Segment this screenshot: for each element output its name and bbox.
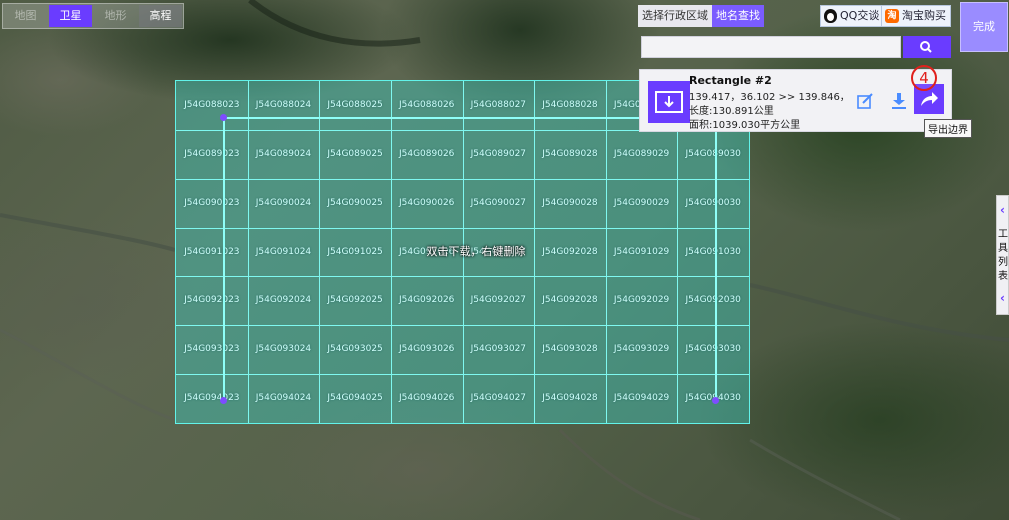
qq-chat-label: QQ交谈 <box>840 9 880 22</box>
grid-tile[interactable]: J54G088024 <box>248 81 320 130</box>
grid-tile[interactable]: J54G093027 <box>463 325 535 374</box>
search-icon <box>920 41 932 53</box>
grid-tile[interactable]: J54G093024 <box>248 325 320 374</box>
grid-tile[interactable]: J54G094029 <box>606 374 678 423</box>
tab-map[interactable]: 地图 <box>4 5 47 27</box>
qq-chat-button[interactable]: QQ交谈 <box>820 5 885 27</box>
taobao-buy-button[interactable]: 淘 淘宝购买 <box>881 5 951 27</box>
grid-tile[interactable]: J54G089027 <box>463 130 535 179</box>
grid-tile[interactable]: J54G091030 <box>677 228 749 277</box>
place-search-input[interactable] <box>641 36 901 58</box>
chevron-left-icon[interactable]: ‹ <box>997 204 1008 216</box>
grid-tile[interactable]: J54G090026 <box>391 179 463 228</box>
export-boundary-tooltip: 导出边界 <box>924 119 972 138</box>
download-icon[interactable] <box>890 92 908 110</box>
grid-tile[interactable]: J54G093029 <box>606 325 678 374</box>
grid-tile[interactable]: J54G092028 <box>534 228 606 277</box>
grid-tile[interactable]: J54G092023 <box>176 276 248 325</box>
grid-tile[interactable]: J54G090025 <box>319 179 391 228</box>
download-arrow-icon <box>664 96 674 108</box>
selection-rect-right <box>715 117 717 401</box>
search-button[interactable] <box>903 36 951 58</box>
grid-tile[interactable]: J54G094028 <box>534 374 606 423</box>
rectangle-thumbnail[interactable] <box>648 81 690 123</box>
grid-tile[interactable]: J54G091029 <box>606 228 678 277</box>
rect-handle-sw[interactable] <box>220 397 227 404</box>
done-button[interactable]: 完成 <box>960 2 1008 52</box>
grid-tile[interactable]: J54G094027 <box>463 374 535 423</box>
chevron-left-icon-2[interactable]: ‹ <box>997 292 1008 304</box>
grid-tile[interactable]: J54G088026 <box>391 81 463 130</box>
grid-tile[interactable]: J54G094024 <box>248 374 320 423</box>
grid-tile[interactable]: J54G090023 <box>176 179 248 228</box>
grid-tile[interactable]: J54G089024 <box>248 130 320 179</box>
grid-tile[interactable]: J54G093026 <box>391 325 463 374</box>
tab-select-region[interactable]: 选择行政区域 <box>638 5 712 27</box>
tab-place-search[interactable]: 地名查找 <box>712 5 764 27</box>
grid-tile[interactable]: J54G091025 <box>319 228 391 277</box>
grid-tile[interactable]: J54G092025 <box>319 276 391 325</box>
step-marker: 4 <box>911 65 937 91</box>
grid-tile[interactable]: J54G090027 <box>463 179 535 228</box>
grid-tile[interactable]: J54G089025 <box>319 130 391 179</box>
tab-elevation[interactable]: 高程 <box>139 5 182 27</box>
grid-hint: 双击下载，右键删除 <box>426 245 526 258</box>
grid-tile[interactable]: J54G090029 <box>606 179 678 228</box>
grid-tile[interactable]: J54G094026 <box>391 374 463 423</box>
grid-tile[interactable]: J54G092026 <box>391 276 463 325</box>
grid-tile[interactable]: J54G091024 <box>248 228 320 277</box>
grid-tile[interactable]: J54G089026 <box>391 130 463 179</box>
share-arrow-icon <box>921 92 938 106</box>
grid-tile[interactable]: J54G089029 <box>606 130 678 179</box>
grid-tile[interactable]: J54G090028 <box>534 179 606 228</box>
grid-tile[interactable]: J54G089030 <box>677 130 749 179</box>
grid-tile[interactable]: J54G093025 <box>319 325 391 374</box>
rectangle-info-card: Rectangle #2 139.417，36.102 >> 139.846，3… <box>639 69 952 132</box>
grid-tile[interactable]: J54G092028 <box>534 276 606 325</box>
grid-tile[interactable]: J54G093023 <box>176 325 248 374</box>
tab-terrain[interactable]: 地形 <box>94 5 137 27</box>
grid-tile[interactable]: J54G093030 <box>677 325 749 374</box>
grid-tile[interactable]: J54G094025 <box>319 374 391 423</box>
grid-tile[interactable]: J54G088025 <box>319 81 391 130</box>
grid-tile[interactable]: J54G092029 <box>606 276 678 325</box>
card-coordinates: 139.417，36.102 >> 139.846，36.3 <box>689 92 849 103</box>
toolbox-panel[interactable]: ‹ 工具列表 ‹ <box>996 195 1009 315</box>
taobao-icon: 淘 <box>885 9 899 23</box>
card-area: 面积:1039.030平方公里 <box>689 120 801 131</box>
grid-tile[interactable]: J54G092030 <box>677 276 749 325</box>
taobao-buy-label: 淘宝购买 <box>902 9 946 22</box>
toolbox-label: 工具列表 <box>998 229 1008 282</box>
grid-tile[interactable]: J54G088023 <box>176 81 248 130</box>
grid-tile[interactable]: J54G094023 <box>176 374 248 423</box>
map-type-tabs: 地图 卫星 地形 高程 <box>2 3 184 29</box>
card-length: 长度:130.891公里 <box>689 106 774 117</box>
grid-tile[interactable]: J54G090030 <box>677 179 749 228</box>
rect-handle-se[interactable] <box>712 397 719 404</box>
rect-handle-nw[interactable] <box>220 114 227 121</box>
grid-tile[interactable]: J54G093028 <box>534 325 606 374</box>
grid-tile[interactable]: J54G091023 <box>176 228 248 277</box>
grid-tile[interactable]: J54G090024 <box>248 179 320 228</box>
card-title: Rectangle #2 <box>689 74 772 87</box>
grid-tile[interactable]: J54G089028 <box>534 130 606 179</box>
selection-rect-left <box>223 117 225 401</box>
qq-icon <box>824 9 837 23</box>
grid-tile[interactable]: J54G092027 <box>463 276 535 325</box>
tab-satellite[interactable]: 卫星 <box>49 5 92 27</box>
search-tabs: 选择行政区域 地名查找 <box>638 5 764 27</box>
grid-tile[interactable]: J54G088027 <box>463 81 535 130</box>
edit-icon[interactable] <box>856 92 874 110</box>
grid-tile[interactable]: J54G088028 <box>534 81 606 130</box>
grid-tile[interactable]: J54G092024 <box>248 276 320 325</box>
grid-tile[interactable]: J54G089023 <box>176 130 248 179</box>
